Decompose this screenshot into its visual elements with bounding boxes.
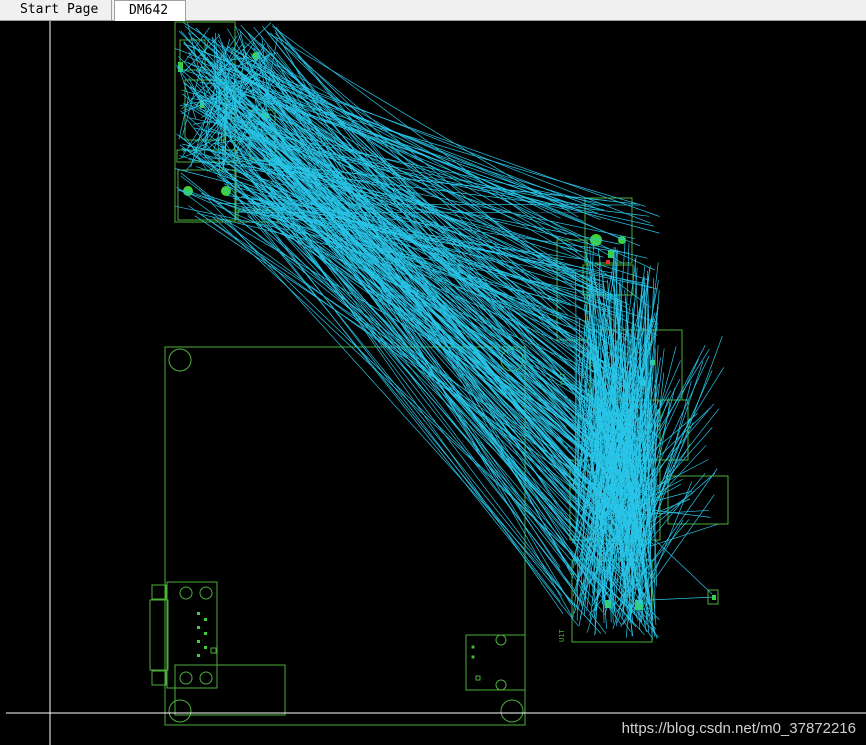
watermark-text: https://blog.csdn.net/m0_37872216 — [621, 720, 856, 737]
tab-start-page[interactable]: Start Page — [0, 0, 112, 20]
document-tab-bar: Start Page DM642 — [0, 0, 866, 21]
tab-dm642[interactable]: DM642 — [114, 0, 186, 21]
pcb-design-canvas[interactable]: U1T U1T — [0, 21, 866, 745]
silkscreen-label-u1-b: U1T — [558, 629, 566, 642]
canvas-background — [0, 21, 866, 745]
